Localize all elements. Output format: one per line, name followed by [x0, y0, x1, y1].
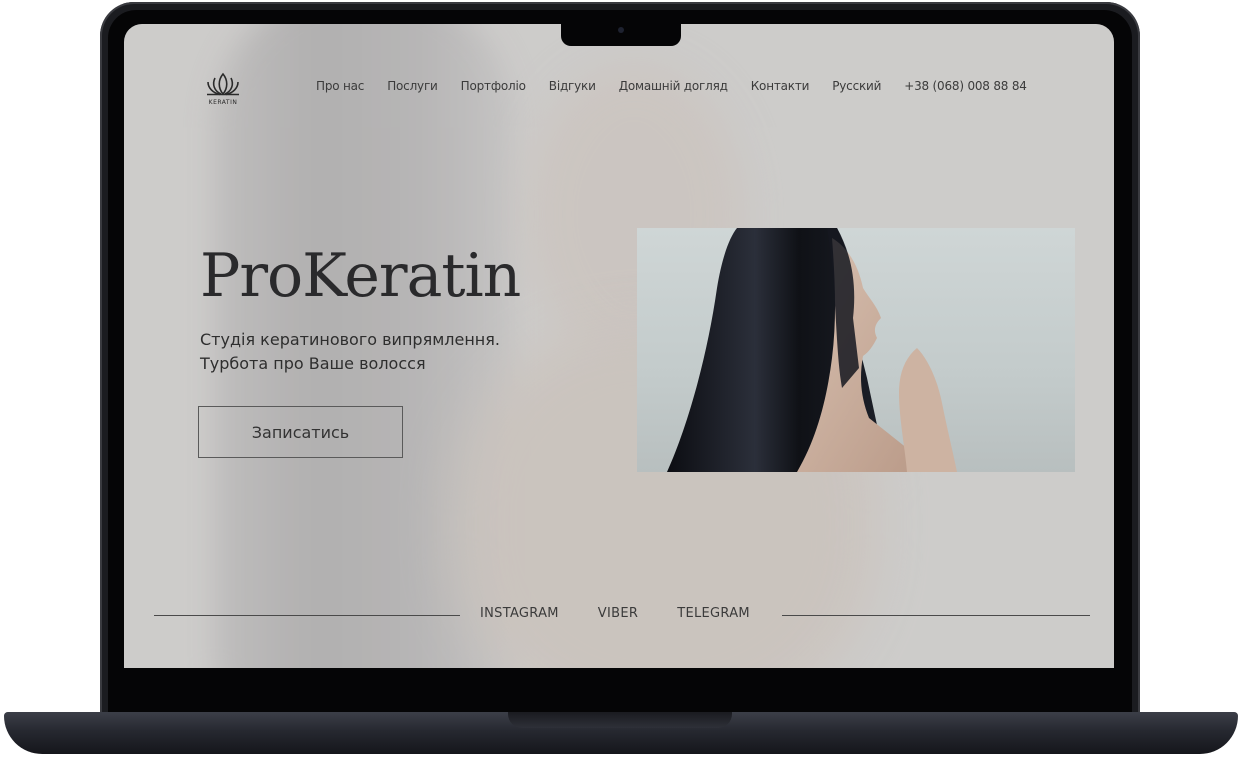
- divider-right: [782, 615, 1090, 616]
- site-logo[interactable]: KERATIN: [200, 70, 246, 112]
- nav-item-portfolio[interactable]: Портфоліо: [461, 79, 526, 93]
- phone-link[interactable]: +38 (068) 008 88 84: [904, 79, 1027, 93]
- language-switch[interactable]: Русский: [832, 79, 881, 93]
- camera-icon: [618, 27, 624, 33]
- divider-left: [154, 615, 460, 616]
- book-button[interactable]: Записатись: [198, 406, 403, 458]
- nav-item-services[interactable]: Послуги: [387, 79, 438, 93]
- nav-item-home-care[interactable]: Домашній догляд: [619, 79, 728, 93]
- hero-subtitle-line2: Турбота про Ваше волосся: [200, 354, 426, 373]
- hero-subtitle-line1: Студія кератинового випрямлення.: [200, 330, 500, 349]
- instagram-link[interactable]: INSTAGRAM: [480, 606, 559, 621]
- nav-item-reviews[interactable]: Відгуки: [549, 79, 596, 93]
- social-links: INSTAGRAM VIBER TELEGRAM: [480, 606, 750, 621]
- main-nav: Про нас Послуги Портфоліо Відгуки Домашн…: [316, 79, 1027, 93]
- lotus-icon: [207, 72, 239, 96]
- website-screen: KERATIN Про нас Послуги Портфоліо Відгук…: [124, 24, 1114, 668]
- telegram-link[interactable]: TELEGRAM: [677, 606, 750, 621]
- hero-photo: [637, 228, 1075, 472]
- hero-title: ProKeratin: [200, 241, 521, 311]
- nav-item-contacts[interactable]: Контакти: [751, 79, 810, 93]
- hero-subtitle: Студія кератинового випрямлення. Турбота…: [200, 328, 620, 376]
- camera-notch: [561, 24, 681, 46]
- laptop-hinge: [508, 712, 732, 728]
- logo-text: KERATIN: [208, 99, 238, 106]
- viber-link[interactable]: VIBER: [598, 606, 638, 621]
- nav-item-about[interactable]: Про нас: [316, 79, 364, 93]
